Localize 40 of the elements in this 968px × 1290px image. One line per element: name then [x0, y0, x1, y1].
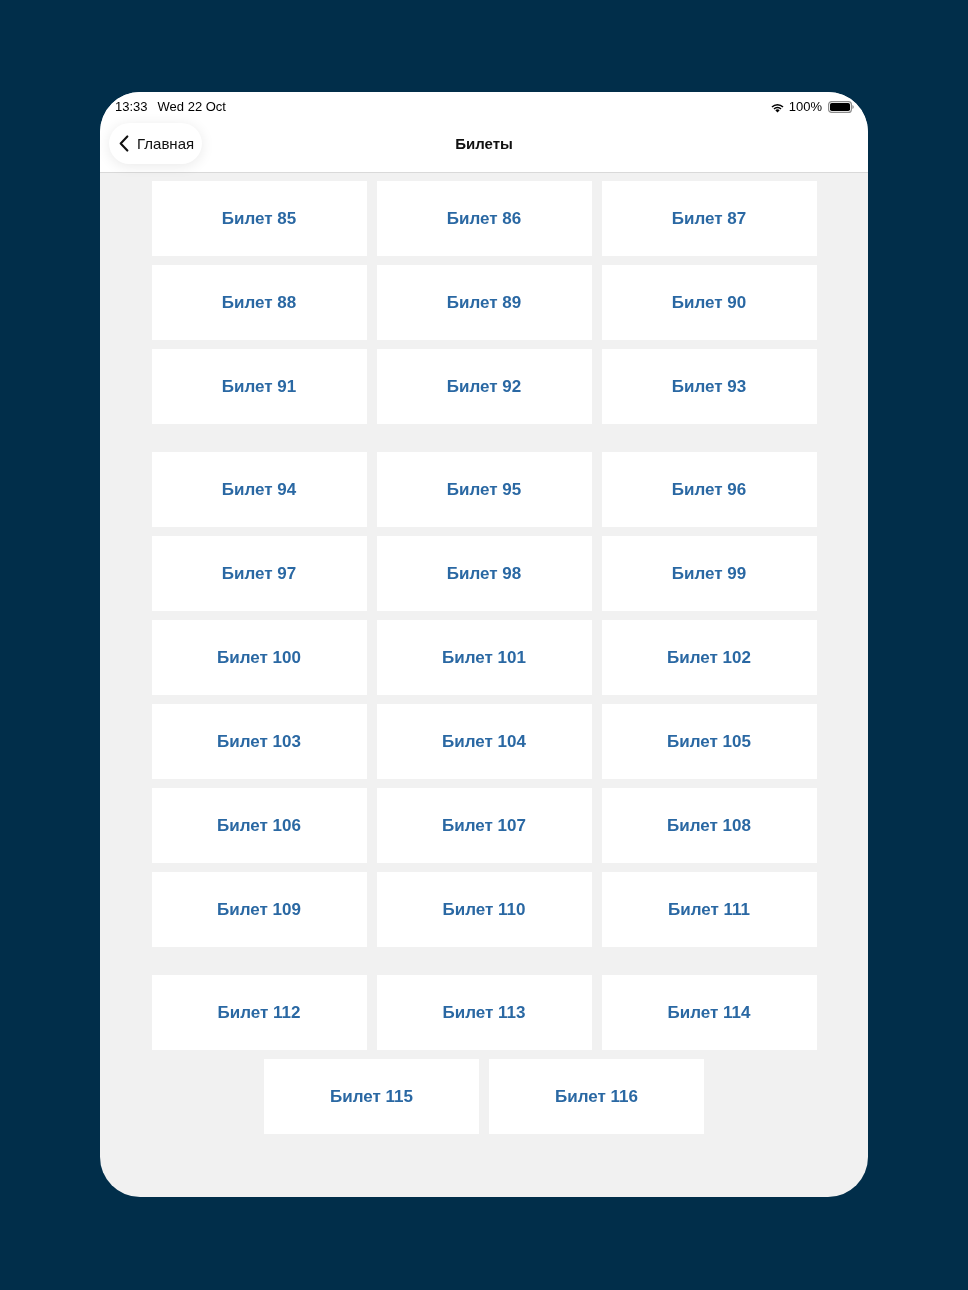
- ticket-button[interactable]: Билет 87: [601, 181, 817, 256]
- ticket-button[interactable]: Билет 95: [376, 452, 592, 527]
- battery-icon: [828, 101, 854, 113]
- back-button[interactable]: Главная: [109, 123, 203, 164]
- ticket-button[interactable]: Билет 91: [151, 349, 367, 424]
- wifi-icon: [769, 101, 785, 113]
- ticket-button[interactable]: Билет 116: [489, 1059, 704, 1134]
- ticket-button[interactable]: Билет 113: [376, 975, 592, 1050]
- ticket-button[interactable]: Билет 110: [376, 872, 592, 947]
- ticket-button[interactable]: Билет 101: [376, 620, 592, 695]
- ticket-button[interactable]: Билет 106: [151, 788, 367, 863]
- ticket-button[interactable]: Билет 94: [151, 452, 367, 527]
- ticket-button[interactable]: Билет 90: [601, 265, 817, 340]
- ticket-button[interactable]: Билет 93: [601, 349, 817, 424]
- status-time: 13:33: [115, 99, 148, 115]
- status-date: Wed 22 Oct: [157, 99, 226, 115]
- ticket-button[interactable]: Билет 111: [601, 872, 817, 947]
- ticket-button[interactable]: Билет 108: [601, 788, 817, 863]
- ticket-button[interactable]: Билет 89: [376, 265, 592, 340]
- battery-percent: 100%: [788, 99, 822, 115]
- ticket-button[interactable]: Билет 115: [264, 1059, 479, 1134]
- chevron-left-icon: [119, 135, 129, 152]
- ticket-button[interactable]: Билет 112: [151, 975, 367, 1050]
- ticket-button[interactable]: Билет 103: [151, 704, 367, 779]
- ticket-button[interactable]: Билет 104: [376, 704, 592, 779]
- ticket-button[interactable]: Билет 85: [151, 181, 367, 256]
- ticket-button[interactable]: Билет 99: [601, 536, 817, 611]
- ticket-button[interactable]: Билет 105: [601, 704, 817, 779]
- ticket-button[interactable]: Билет 114: [601, 975, 817, 1050]
- ticket-button[interactable]: Билет 88: [151, 265, 367, 340]
- ticket-button[interactable]: Билет 100: [151, 620, 367, 695]
- ticket-button[interactable]: Билет 107: [376, 788, 592, 863]
- ticket-button[interactable]: Билет 102: [601, 620, 817, 695]
- page-title: Билеты: [455, 135, 513, 152]
- ticket-button[interactable]: Билет 109: [151, 872, 367, 947]
- ticket-button[interactable]: Билет 97: [151, 536, 367, 611]
- ticket-button[interactable]: Билет 98: [376, 536, 592, 611]
- ticket-button[interactable]: Билет 92: [376, 349, 592, 424]
- ticket-button[interactable]: Билет 96: [601, 452, 817, 527]
- ticket-button[interactable]: Билет 86: [376, 181, 592, 256]
